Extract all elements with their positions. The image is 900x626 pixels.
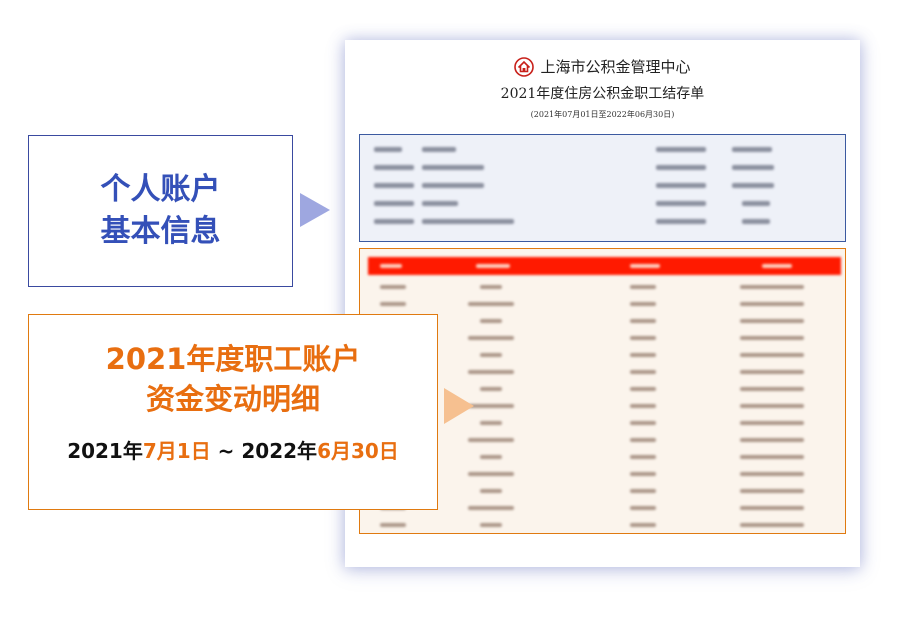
blurred-table-row [368,317,841,326]
blurred-table-row [368,402,841,411]
blurred-table-row [368,334,841,343]
organization-line: 上海市公积金管理中心 [345,56,860,77]
blurred-table-row [368,521,841,530]
blurred-personal-info [360,135,845,241]
organization-name: 上海市公积金管理中心 [540,58,691,76]
date-separator: ~ [210,439,242,463]
blurred-table-row [368,504,841,513]
details-callout: 2021年度职工账户 资金变动明细 2021年7月1日 ~ 2022年6月30日 [28,314,438,510]
blurred-table-row [368,351,841,360]
blurred-table-row [368,300,841,309]
blurred-table-row [368,385,841,394]
blurred-table-row [368,283,841,292]
blurred-table-row [368,470,841,479]
housing-fund-logo-icon [514,56,535,77]
start-month-day: 7月1日 [142,439,211,463]
document-header: 上海市公积金管理中心 2021年度住房公积金职工结存单 (2021年07月01日… [345,56,860,120]
details-line1: 2021年度职工账户 [105,342,361,376]
basic-info-callout: 个人账户 基本信息 [28,135,293,287]
end-month-day: 6月30日 [317,439,399,463]
basic-info-line2: 基本信息 [100,214,221,249]
arrow-right-icon [300,193,330,227]
table-header [368,257,841,275]
blurred-table-row [368,368,841,377]
blurred-table-row [368,487,841,496]
details-line2: 资金变动明细 [145,382,320,416]
start-year: 2021年 [67,439,143,463]
blurred-table-row [368,419,841,428]
arrow-right-icon [444,388,474,424]
details-period: 2021年7月1日 ~ 2022年6月30日 [29,435,437,464]
end-year: 2022年 [241,439,318,463]
personal-info-section [359,134,846,242]
blurred-table-row [368,436,841,445]
blurred-table-row [368,453,841,462]
document-period: (2021年07月01日至2022年06月30日) [530,110,675,119]
basic-info-line1: 个人账户 [100,172,221,207]
document-title: 2021年度住房公积金职工结存单 [500,86,705,102]
